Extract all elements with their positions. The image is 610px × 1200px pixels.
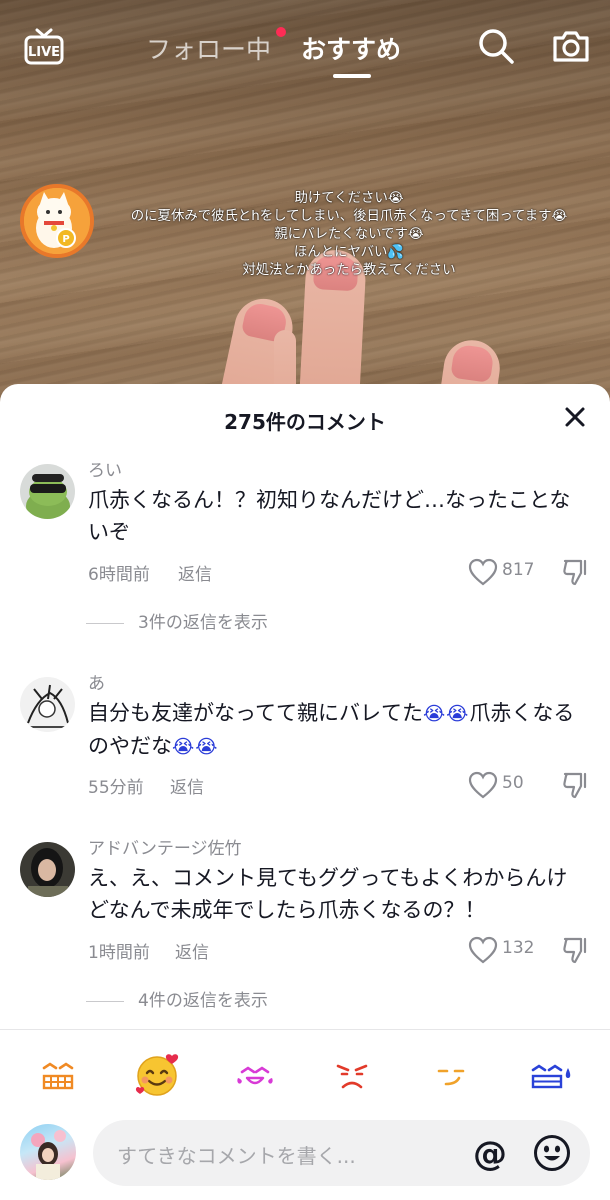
tab-for-you[interactable]: おすすめ [301,30,401,66]
view-replies-label: 4件の返信を表示 [138,991,268,1011]
comment-timestamp: 1時間前 [88,943,150,963]
heart-icon[interactable] [468,771,498,799]
frog-avatar-icon [20,464,75,519]
comment-text: 爪赤くなるん！？初知りなんだけど…なったことないぞ [88,488,571,544]
view-replies-label: 3件の返信を表示 [138,613,268,633]
grin-emoji-icon [42,1062,74,1090]
avatar[interactable] [20,842,75,897]
dislike-icon[interactable] [561,770,591,800]
composer-divider [0,1029,610,1030]
sweat-emoji-icon [531,1064,571,1089]
grin-emoji-button[interactable] [36,1054,80,1098]
comment-input[interactable]: すてきなコメントを書く... @ [93,1120,590,1186]
comment-timestamp: 55分前 [88,778,144,798]
like-count: 132 [502,938,535,958]
comments-count-title: 275件のコメント [224,410,386,434]
avatar[interactable] [20,464,75,519]
active-tab-indicator [333,74,371,78]
svg-text:P: P [62,234,69,245]
video-caption-overlay: 助けてください😭 のに夏休みで彼氏とhをしてしまい、後日爪赤くなってきて困ってま… [88,190,610,280]
crying-emoji-icon: 😭😭 [422,703,470,725]
comment-text: え、え、コメント見てもググってもよくわからんけどなんで未成年でしたら爪赤くなるの… [88,866,568,922]
view-replies-button[interactable]: 4件の返信を表示 [86,986,268,1011]
comment-text: 自分も友達がなってて親にバレてた😭😭爪赤くなるのやだな😭😭 [88,697,583,763]
user-photo-icon [31,1130,66,1180]
svg-text:LIVE: LIVE [28,45,60,60]
angry-emoji-button[interactable] [330,1054,374,1098]
tab-following[interactable]: フォロー中 [146,30,271,66]
heart-icon[interactable] [468,936,498,964]
comment-timestamp: 6時間前 [88,565,150,585]
laughing-tears-emoji-button[interactable] [233,1054,277,1098]
comments-sheet: 275件のコメント ろい 爪赤くなるん！？初知りなんだけど…なったことないぞ 6… [0,384,610,1200]
close-icon[interactable] [560,402,590,432]
like-count: 50 [502,773,524,793]
avatar[interactable] [20,677,75,732]
camera-icon[interactable] [551,28,591,64]
overlay-line: 親にバレたくないです😭 [274,227,424,242]
lucky-cat-icon: P [24,188,90,254]
overlay-line: のに夏休みで彼氏とhをしてしまい、後日爪赤くなってきて困ってます😭 [130,209,568,224]
like-count: 817 [502,560,535,580]
divider-line [86,1000,124,1002]
comment-text-part: 自分も友達がなってて親にバレてた [88,701,423,725]
comment-username[interactable]: あ [88,669,105,694]
dislike-icon[interactable] [561,935,591,965]
photo-avatar-icon [20,842,75,897]
comment-input-placeholder: すてきなコメントを書く... [117,1144,356,1168]
hearts-face-emoji-button[interactable] [132,1050,182,1100]
laughing-tears-emoji-icon [237,1066,273,1085]
comment-username[interactable]: アドバンテージ佐竹 [88,834,242,859]
live-icon[interactable]: LIVE [24,28,64,66]
heart-icon[interactable] [468,558,498,586]
search-icon[interactable] [478,28,514,64]
mention-icon[interactable]: @ [473,1134,507,1174]
overlay-line: 対処法とかあったら教えてください [242,263,456,278]
divider-line [86,622,124,624]
reply-button[interactable]: 返信 [175,938,209,963]
smirk-emoji-button[interactable] [430,1054,474,1098]
smiling-face-with-hearts-icon [135,1054,179,1096]
sweat-emoji-button[interactable] [528,1054,572,1098]
smirk-emoji-icon [437,1069,465,1086]
angry-emoji-icon [336,1064,368,1089]
overlay-line: ほんとにヤバい💦 [293,245,405,260]
view-replies-button[interactable]: 3件の返信を表示 [86,608,268,633]
comment-username[interactable]: ろい [88,456,122,481]
dislike-icon[interactable] [561,557,591,587]
current-user-avatar[interactable] [20,1124,76,1180]
reply-button[interactable]: 返信 [178,560,212,585]
reply-button[interactable]: 返信 [170,773,204,798]
creator-avatar[interactable]: P [20,184,94,258]
crying-emoji-icon: 😭😭 [172,736,219,758]
top-bar: LIVE フォロー中 おすすめ [0,0,610,95]
overlay-line: 助けてください😭 [294,191,404,206]
emoji-picker-icon[interactable] [533,1134,571,1172]
notification-dot [276,27,286,37]
illustration-avatar-icon [20,677,75,732]
